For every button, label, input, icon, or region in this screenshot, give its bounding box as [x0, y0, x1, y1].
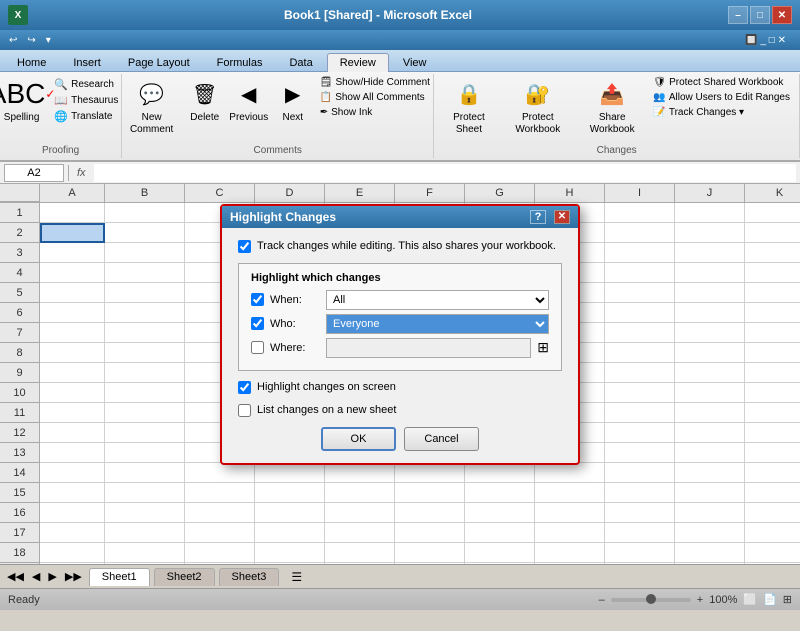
sheet-tab-1[interactable]: Sheet1	[89, 568, 150, 586]
previous-comment-button[interactable]: ◀ Previous	[229, 76, 269, 125]
track-changes-button[interactable]: 📝 Track Changes ▾	[650, 106, 793, 119]
thesaurus-button[interactable]: 📖 Thesaurus	[51, 93, 121, 108]
where-label: Where:	[270, 342, 320, 354]
when-label: When:	[270, 294, 320, 306]
comments-group: 💬 New Comment 🗑 Delete ◀ Previous ▶ Next	[122, 74, 434, 158]
minimize-button[interactable]: –	[728, 6, 748, 24]
zoom-slider[interactable]	[611, 598, 691, 602]
normal-view-button[interactable]: ⬜	[743, 593, 757, 606]
delete-comment-button[interactable]: 🗑 Delete	[185, 76, 225, 125]
tab-home[interactable]: Home	[4, 53, 59, 71]
undo-button[interactable]: ↩	[6, 34, 20, 47]
dialog-help-button[interactable]: ?	[530, 210, 546, 224]
title-bar: X Book1 [Shared] - Microsoft Excel – □ ✕	[0, 0, 800, 30]
tab-view[interactable]: View	[390, 53, 440, 71]
fx-label: fx	[73, 167, 90, 179]
highlight-group: Highlight which changes When: All Since …	[238, 263, 562, 371]
next-comment-button[interactable]: ▶ Next	[273, 76, 313, 125]
bottom-bar: ◀◀ ◀ ▶ ▶▶ Sheet1 Sheet2 Sheet3 ☰	[0, 564, 800, 588]
dialog-close-button[interactable]: ✕	[554, 210, 570, 224]
sheet-nav-first[interactable]: ◀◀	[4, 570, 27, 583]
dialog-title-bar: Highlight Changes ? ✕	[222, 206, 578, 228]
sheet-nav-last[interactable]: ▶▶	[62, 570, 85, 583]
where-range-icon[interactable]: ⊞	[537, 339, 549, 356]
list-changes-label: List changes on a new sheet	[257, 404, 396, 416]
proofing-group: ABC✓ Spelling 🔍 Research 📖 Thesaurus	[0, 74, 122, 158]
ok-button[interactable]: OK	[321, 427, 396, 451]
spreadsheet: A B C D E F G H I J K 123456789101112131…	[0, 184, 800, 564]
quick-access-toolbar: ↩ ↪ ▾ 🔲 _ □ ✕	[0, 30, 800, 50]
tab-review[interactable]: Review	[327, 53, 389, 72]
new-sheet-button[interactable]: ☰	[283, 568, 310, 586]
dialog-overlay: Highlight Changes ? ✕ Track changes whil…	[0, 184, 800, 564]
zoom-in-button[interactable]: +	[697, 594, 703, 606]
research-button[interactable]: 🔍 Research	[51, 77, 121, 92]
window-title: Book1 [Shared] - Microsoft Excel	[28, 8, 728, 22]
who-checkbox[interactable]	[251, 317, 264, 330]
who-row: Who: Everyone Everyone but Me	[251, 314, 549, 334]
show-ink-button[interactable]: ✒ Show Ink	[317, 106, 433, 119]
sheet-tab-3[interactable]: Sheet3	[219, 568, 280, 586]
dialog-buttons: OK Cancel	[238, 427, 562, 451]
track-changes-label: Track changes while editing. This also s…	[257, 240, 556, 252]
formula-input[interactable]	[94, 164, 796, 182]
comments-label: Comments	[254, 145, 302, 158]
when-select[interactable]: All Since I last saved Not yet reviewed …	[326, 290, 549, 310]
track-changes-checkbox-row: Track changes while editing. This also s…	[238, 240, 562, 253]
share-workbook-button[interactable]: 📤 Share Workbook	[578, 76, 646, 138]
list-changes-row: List changes on a new sheet	[238, 404, 562, 417]
tab-formulas[interactable]: Formulas	[204, 53, 276, 71]
formula-bar: fx	[0, 162, 800, 184]
close-button[interactable]: ✕	[772, 6, 792, 24]
who-label: Who:	[270, 318, 320, 330]
zoom-out-button[interactable]: –	[599, 594, 605, 606]
sheet-nav-prev[interactable]: ◀	[29, 570, 43, 583]
highlight-changes-dialog: Highlight Changes ? ✕ Track changes whil…	[220, 204, 580, 465]
list-changes-checkbox[interactable]	[238, 404, 251, 417]
ready-status: Ready	[8, 594, 40, 606]
who-select[interactable]: Everyone Everyone but Me	[326, 314, 549, 334]
new-comment-button[interactable]: 💬 New Comment	[123, 76, 181, 138]
tab-page-layout[interactable]: Page Layout	[115, 53, 203, 71]
translate-button[interactable]: 🌐 Translate	[51, 109, 121, 124]
protect-shared-button[interactable]: 🛡 Protect Shared Workbook	[650, 76, 793, 89]
proofing-label: Proofing	[42, 145, 79, 158]
track-changes-checkbox[interactable]	[238, 240, 251, 253]
ribbon-tabs: Home Insert Page Layout Formulas Data Re…	[0, 50, 800, 72]
tab-data[interactable]: Data	[276, 53, 325, 71]
spelling-button[interactable]: ABC✓ Spelling	[0, 76, 43, 125]
cancel-button[interactable]: Cancel	[404, 427, 479, 451]
tab-insert[interactable]: Insert	[60, 53, 114, 71]
show-all-comments-button[interactable]: 📋 Show All Comments	[317, 91, 433, 104]
qa-dropdown[interactable]: ▾	[43, 34, 54, 47]
changes-label: Changes	[597, 145, 637, 158]
status-bar: Ready – + 100% ⬜ 📄 ⊞	[0, 588, 800, 610]
name-box[interactable]	[4, 164, 64, 182]
dialog-title: Highlight Changes	[230, 210, 336, 224]
redo-button[interactable]: ↪	[24, 34, 38, 47]
where-checkbox[interactable]	[251, 341, 264, 354]
page-layout-view-button[interactable]: 📄	[763, 593, 777, 606]
show-hide-comment-button[interactable]: 🗒 Show/Hide Comment	[317, 76, 433, 89]
where-row: Where: ⊞	[251, 338, 549, 358]
changes-group: 🔒 Protect Sheet 🔐 Protect Workbook 📤 Sha…	[434, 74, 800, 158]
page-break-view-button[interactable]: ⊞	[783, 593, 792, 606]
zoom-level: 100%	[709, 594, 737, 606]
where-input[interactable]	[326, 338, 531, 358]
highlight-screen-checkbox[interactable]	[238, 381, 251, 394]
protect-sheet-button[interactable]: 🔒 Protect Sheet	[440, 76, 497, 138]
app-logo: X	[8, 5, 28, 25]
highlight-group-label: Highlight which changes	[251, 272, 549, 284]
sheet-nav-next[interactable]: ▶	[45, 570, 59, 583]
maximize-button[interactable]: □	[750, 6, 770, 24]
ribbon: ABC✓ Spelling 🔍 Research 📖 Thesaurus	[0, 72, 800, 162]
protect-workbook-button[interactable]: 🔐 Protect Workbook	[502, 76, 574, 138]
highlight-screen-label: Highlight changes on screen	[257, 381, 396, 393]
allow-edit-button[interactable]: 👥 Allow Users to Edit Ranges	[650, 91, 793, 104]
when-row: When: All Since I last saved Not yet rev…	[251, 290, 549, 310]
when-checkbox[interactable]	[251, 293, 264, 306]
highlight-screen-row: Highlight changes on screen	[238, 381, 562, 394]
sheet-tab-2[interactable]: Sheet2	[154, 568, 215, 586]
